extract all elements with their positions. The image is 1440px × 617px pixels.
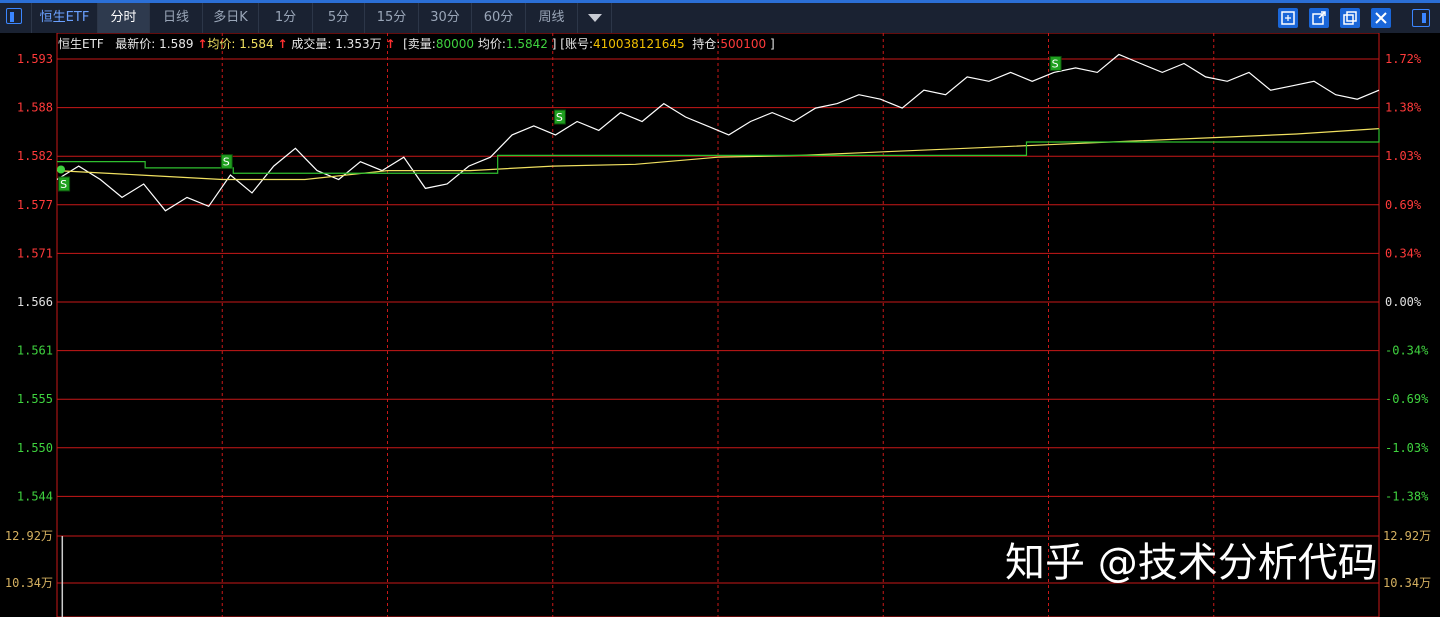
tab-weekly[interactable]: 周线 bbox=[526, 3, 578, 33]
chevron-down-icon bbox=[588, 14, 602, 22]
tab-multi-day[interactable]: 多日K bbox=[203, 3, 259, 33]
volume-tick-label: 12.92万 bbox=[1383, 529, 1431, 543]
tab-intraday[interactable]: 分时 bbox=[98, 3, 150, 33]
tab-60min[interactable]: 60分 bbox=[472, 3, 526, 33]
percent-tick-label: 0.00% bbox=[1385, 295, 1422, 309]
volume-tick-label: 10.34万 bbox=[1383, 576, 1431, 590]
window-icon[interactable] bbox=[1340, 8, 1360, 28]
percent-tick-label: 0.34% bbox=[1385, 246, 1422, 260]
price-tick-label: 1.550 bbox=[17, 441, 53, 455]
percent-tick-label: 1.03% bbox=[1385, 149, 1422, 163]
close-icon[interactable] bbox=[1371, 8, 1391, 28]
percent-tick-label: 0.69% bbox=[1385, 198, 1422, 212]
fit-icon[interactable] bbox=[1278, 8, 1298, 28]
panel-left-button[interactable] bbox=[0, 3, 32, 33]
price-tick-label: 1.571 bbox=[17, 246, 53, 260]
popout-icon[interactable] bbox=[1309, 8, 1329, 28]
panel-left-icon bbox=[6, 8, 22, 24]
price-tick-label: 1.577 bbox=[17, 198, 53, 212]
tab-5min[interactable]: 5分 bbox=[313, 3, 365, 33]
price-tick-label: 1.544 bbox=[17, 489, 53, 503]
tab-daily[interactable]: 日线 bbox=[150, 3, 203, 33]
trade-marker-label: S bbox=[60, 178, 67, 191]
price-tick-label: 1.593 bbox=[17, 52, 53, 66]
trade-marker-label: S bbox=[1052, 57, 1059, 70]
price-tick-label: 1.582 bbox=[17, 149, 53, 163]
start-point-dot bbox=[57, 165, 65, 174]
percent-tick-label: -0.69% bbox=[1385, 392, 1429, 406]
volume-tick-label: 10.34万 bbox=[5, 576, 53, 590]
price-tick-label: 1.555 bbox=[17, 392, 53, 406]
trade-marker-label: S bbox=[223, 156, 230, 169]
percent-tick-label: -0.34% bbox=[1385, 344, 1429, 358]
price-tick-label: 1.561 bbox=[17, 344, 53, 358]
price-tick-label: 1.588 bbox=[17, 101, 53, 115]
volume-tick-label: 12.92万 bbox=[5, 529, 53, 543]
tab-30min[interactable]: 30分 bbox=[419, 3, 472, 33]
chart-toolbar: 恒生ETF 分时 日线 多日K 1分 5分 15分 30分 60分 周线 bbox=[0, 0, 1440, 33]
tab-15min[interactable]: 15分 bbox=[365, 3, 419, 33]
tab-1min[interactable]: 1分 bbox=[259, 3, 313, 33]
percent-tick-label: 1.38% bbox=[1385, 101, 1422, 115]
percent-tick-label: -1.38% bbox=[1385, 489, 1429, 503]
more-periods-dropdown[interactable] bbox=[578, 3, 612, 33]
percent-tick-label: -1.03% bbox=[1385, 441, 1429, 455]
percent-tick-label: 1.72% bbox=[1385, 52, 1422, 66]
price-tick-label: 1.566 bbox=[17, 295, 53, 309]
watermark: 知乎 @技术分析代码 bbox=[1005, 540, 1378, 586]
panel-right-icon[interactable] bbox=[1412, 9, 1430, 27]
symbol-tab[interactable]: 恒生ETF bbox=[32, 3, 98, 33]
trade-marker-label: S bbox=[556, 111, 563, 124]
